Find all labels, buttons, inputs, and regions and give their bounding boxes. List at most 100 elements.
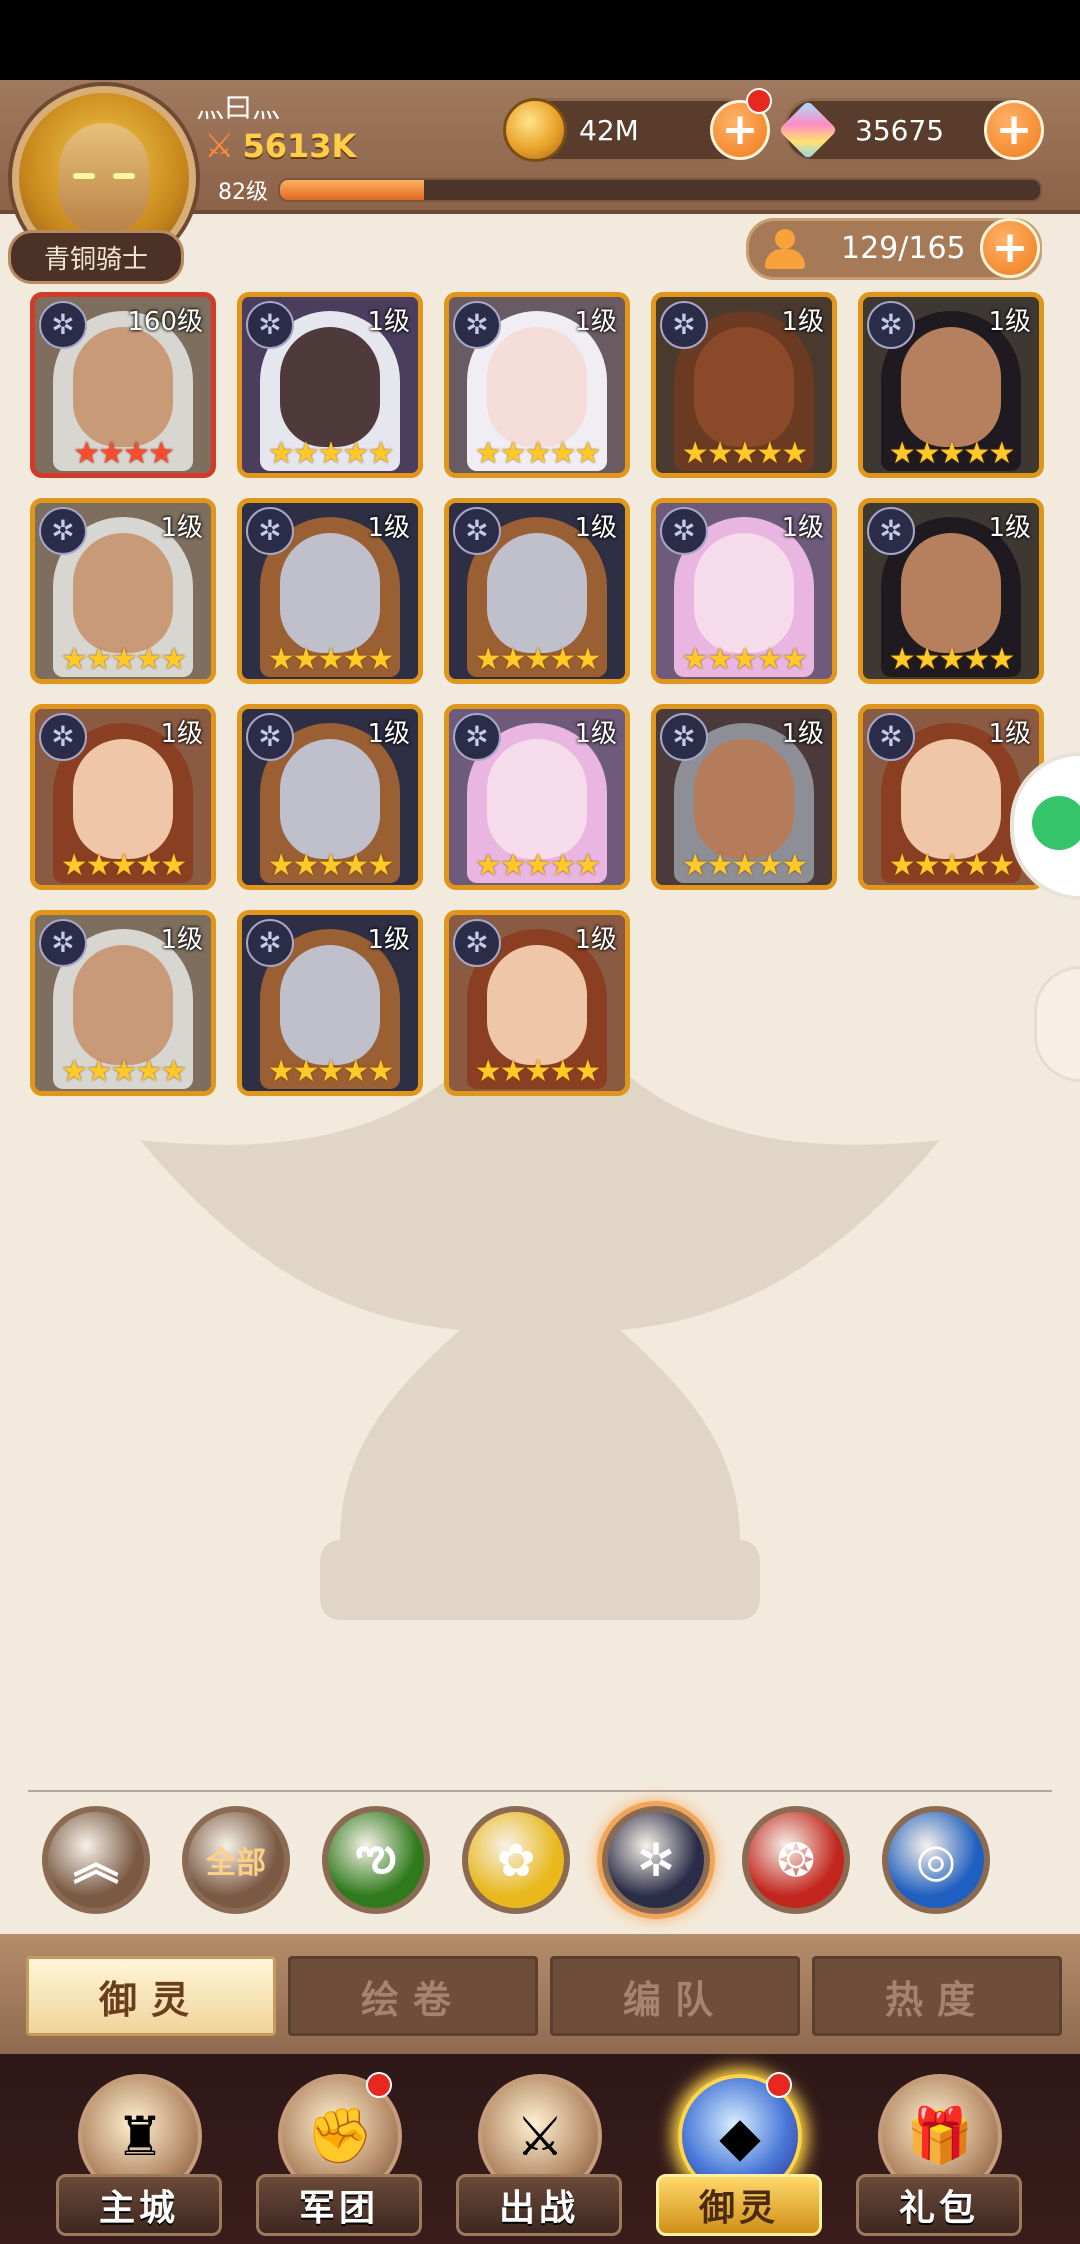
combat-power-value: 5613K bbox=[242, 127, 357, 165]
bottom-navigation: ♜ 主城 ✊ 军团 ⚔ 出战 ◆ 御灵 🎁 礼包 bbox=[0, 2054, 1080, 2244]
dark-faction-icon: ✲ bbox=[246, 507, 294, 555]
xp-bar-fill bbox=[280, 180, 425, 200]
hero-stars: ★★★★★ bbox=[267, 1054, 394, 1089]
tab-0[interactable]: 御灵 bbox=[26, 1956, 276, 2036]
player-name: 灬曰灬 bbox=[196, 91, 281, 124]
hero-level: 1级 bbox=[367, 925, 410, 955]
dark-faction-icon: ✲ bbox=[39, 507, 87, 555]
hero-level: 1级 bbox=[574, 307, 617, 337]
notification-dot bbox=[766, 2072, 792, 2098]
side-drawer-handle[interactable] bbox=[1034, 966, 1080, 1082]
nav-label: 出战 bbox=[456, 2174, 622, 2236]
filter-label: ఌ bbox=[355, 1827, 397, 1881]
dark-faction-icon: ✲ bbox=[246, 919, 294, 967]
dark-faction-icon: ✲ bbox=[246, 301, 294, 349]
collapse-up-icon[interactable]: ︽ bbox=[42, 1806, 150, 1914]
gold-notification-dot bbox=[746, 88, 772, 114]
hero-stars: ★★★★★ bbox=[888, 436, 1015, 471]
hero-card[interactable]: ✲ 1级 ★★★★★ bbox=[30, 498, 216, 684]
dark-faction-icon: ✲ bbox=[453, 507, 501, 555]
nav-label: 军团 bbox=[256, 2174, 422, 2236]
hero-level: 1级 bbox=[367, 513, 410, 543]
hero-stars: ★★★★★ bbox=[60, 642, 187, 677]
add-gem-button[interactable]: + bbox=[984, 100, 1044, 160]
filter-all-button[interactable]: 全部 bbox=[182, 1806, 290, 1914]
hero-card[interactable]: ✲ 1级 ★★★★★ bbox=[651, 704, 837, 890]
filter-label: ✿ bbox=[496, 1833, 536, 1887]
gold-coin-icon bbox=[503, 98, 567, 162]
hero-stars: ★★★★★ bbox=[474, 642, 601, 677]
sub-tab-bar: 御灵 绘卷 编队 热度 bbox=[0, 1934, 1080, 2054]
nav-label: 礼包 bbox=[856, 2174, 1022, 2236]
hero-level: 160级 bbox=[127, 307, 203, 337]
status-bar bbox=[0, 0, 1080, 80]
tab-3[interactable]: 热度 bbox=[812, 1956, 1062, 2036]
hero-card[interactable]: ✲ 1级 ★★★★★ bbox=[237, 498, 423, 684]
filter-label: ◎ bbox=[915, 1833, 957, 1887]
hero-level: 1级 bbox=[574, 925, 617, 955]
dark-faction-icon[interactable]: ✲ bbox=[602, 1806, 710, 1914]
hero-stars: ★★★★★ bbox=[681, 848, 808, 883]
hero-card[interactable]: ✲ 1级 ★★★★★ bbox=[30, 704, 216, 890]
hero-stars: ★★★★★ bbox=[474, 436, 601, 471]
light-faction-icon[interactable]: ✿ bbox=[462, 1806, 570, 1914]
tab-2[interactable]: 编队 bbox=[550, 1956, 800, 2036]
hero-level: 1级 bbox=[160, 719, 203, 749]
add-slots-button[interactable]: + bbox=[980, 218, 1040, 278]
hero-level: 1级 bbox=[367, 307, 410, 337]
dark-faction-icon: ✲ bbox=[39, 713, 87, 761]
player-level: 82级 bbox=[218, 180, 268, 205]
hero-stars: ★★★★★ bbox=[267, 436, 394, 471]
filter-label: ❂ bbox=[776, 1833, 816, 1887]
divider bbox=[28, 1790, 1052, 1792]
hero-card[interactable]: ✲ 1级 ★★★★★ bbox=[651, 498, 837, 684]
dark-faction-icon: ✲ bbox=[660, 507, 708, 555]
dark-faction-icon: ✲ bbox=[660, 713, 708, 761]
hero-level: 1级 bbox=[160, 513, 203, 543]
hero-stars: ★★★★★ bbox=[474, 1054, 601, 1089]
hero-card[interactable]: ✲ 1级 ★★★★★ bbox=[444, 704, 630, 890]
hero-stars: ★★★★ bbox=[73, 436, 175, 471]
gold-value: 42M bbox=[579, 113, 639, 147]
nature-faction-icon[interactable]: ఌ bbox=[322, 1806, 430, 1914]
water-faction-icon[interactable]: ◎ bbox=[882, 1806, 990, 1914]
filter-label: 全部 bbox=[206, 1846, 266, 1881]
hero-level: 1级 bbox=[781, 513, 824, 543]
faction-filter-row: ︽ 全部 ఌ ✿ ✲ ❂ ◎ bbox=[42, 1806, 1042, 1916]
nav-item-2[interactable]: ⚔ 出战 bbox=[436, 2054, 636, 2244]
hero-card[interactable]: ✲ 1级 ★★★★★ bbox=[237, 292, 423, 478]
chat-icon bbox=[1032, 796, 1080, 850]
notification-dot bbox=[366, 2072, 392, 2098]
dark-faction-icon: ✲ bbox=[39, 301, 87, 349]
dark-faction-icon: ✲ bbox=[867, 301, 915, 349]
dark-faction-icon: ✲ bbox=[453, 713, 501, 761]
tab-1[interactable]: 绘卷 bbox=[288, 1956, 538, 2036]
nav-item-4[interactable]: 🎁 礼包 bbox=[836, 2054, 1036, 2244]
filter-label: ✲ bbox=[636, 1833, 676, 1887]
hero-card[interactable]: ✲ 1级 ★★★★★ bbox=[237, 910, 423, 1096]
dark-faction-icon: ✲ bbox=[660, 301, 708, 349]
hero-slot-count: 129/165 bbox=[841, 231, 966, 266]
hero-card[interactable]: ✲ 1级 ★★★★★ bbox=[237, 704, 423, 890]
hero-level: 1级 bbox=[781, 719, 824, 749]
hero-level: 1级 bbox=[367, 719, 410, 749]
nav-item-0[interactable]: ♜ 主城 bbox=[36, 2054, 236, 2244]
hero-card[interactable]: ✲ 1级 ★★★★★ bbox=[444, 910, 630, 1096]
hero-card[interactable]: ✲ 1级 ★★★★★ bbox=[651, 292, 837, 478]
hero-card[interactable]: ✲ 1级 ★★★★★ bbox=[858, 498, 1044, 684]
filter-label: ︽ bbox=[73, 1836, 119, 1890]
rank-badge: 青铜骑士 bbox=[8, 230, 184, 284]
fire-faction-icon[interactable]: ❂ bbox=[742, 1806, 850, 1914]
nav-item-1[interactable]: ✊ 军团 bbox=[236, 2054, 436, 2244]
dark-faction-icon: ✲ bbox=[867, 713, 915, 761]
hero-level: 1级 bbox=[160, 925, 203, 955]
nav-label: 主城 bbox=[56, 2174, 222, 2236]
hero-card[interactable]: ✲ 1级 ★★★★★ bbox=[444, 498, 630, 684]
hero-card[interactable]: ✲ 160级 ★★★★ bbox=[30, 292, 216, 478]
hero-level: 1级 bbox=[574, 719, 617, 749]
hero-card[interactable]: ✲ 1级 ★★★★★ bbox=[30, 910, 216, 1096]
nav-item-3[interactable]: ◆ 御灵 bbox=[636, 2054, 836, 2244]
hero-stars: ★★★★★ bbox=[267, 848, 394, 883]
hero-card[interactable]: ✲ 1级 ★★★★★ bbox=[444, 292, 630, 478]
hero-card[interactable]: ✲ 1级 ★★★★★ bbox=[858, 292, 1044, 478]
